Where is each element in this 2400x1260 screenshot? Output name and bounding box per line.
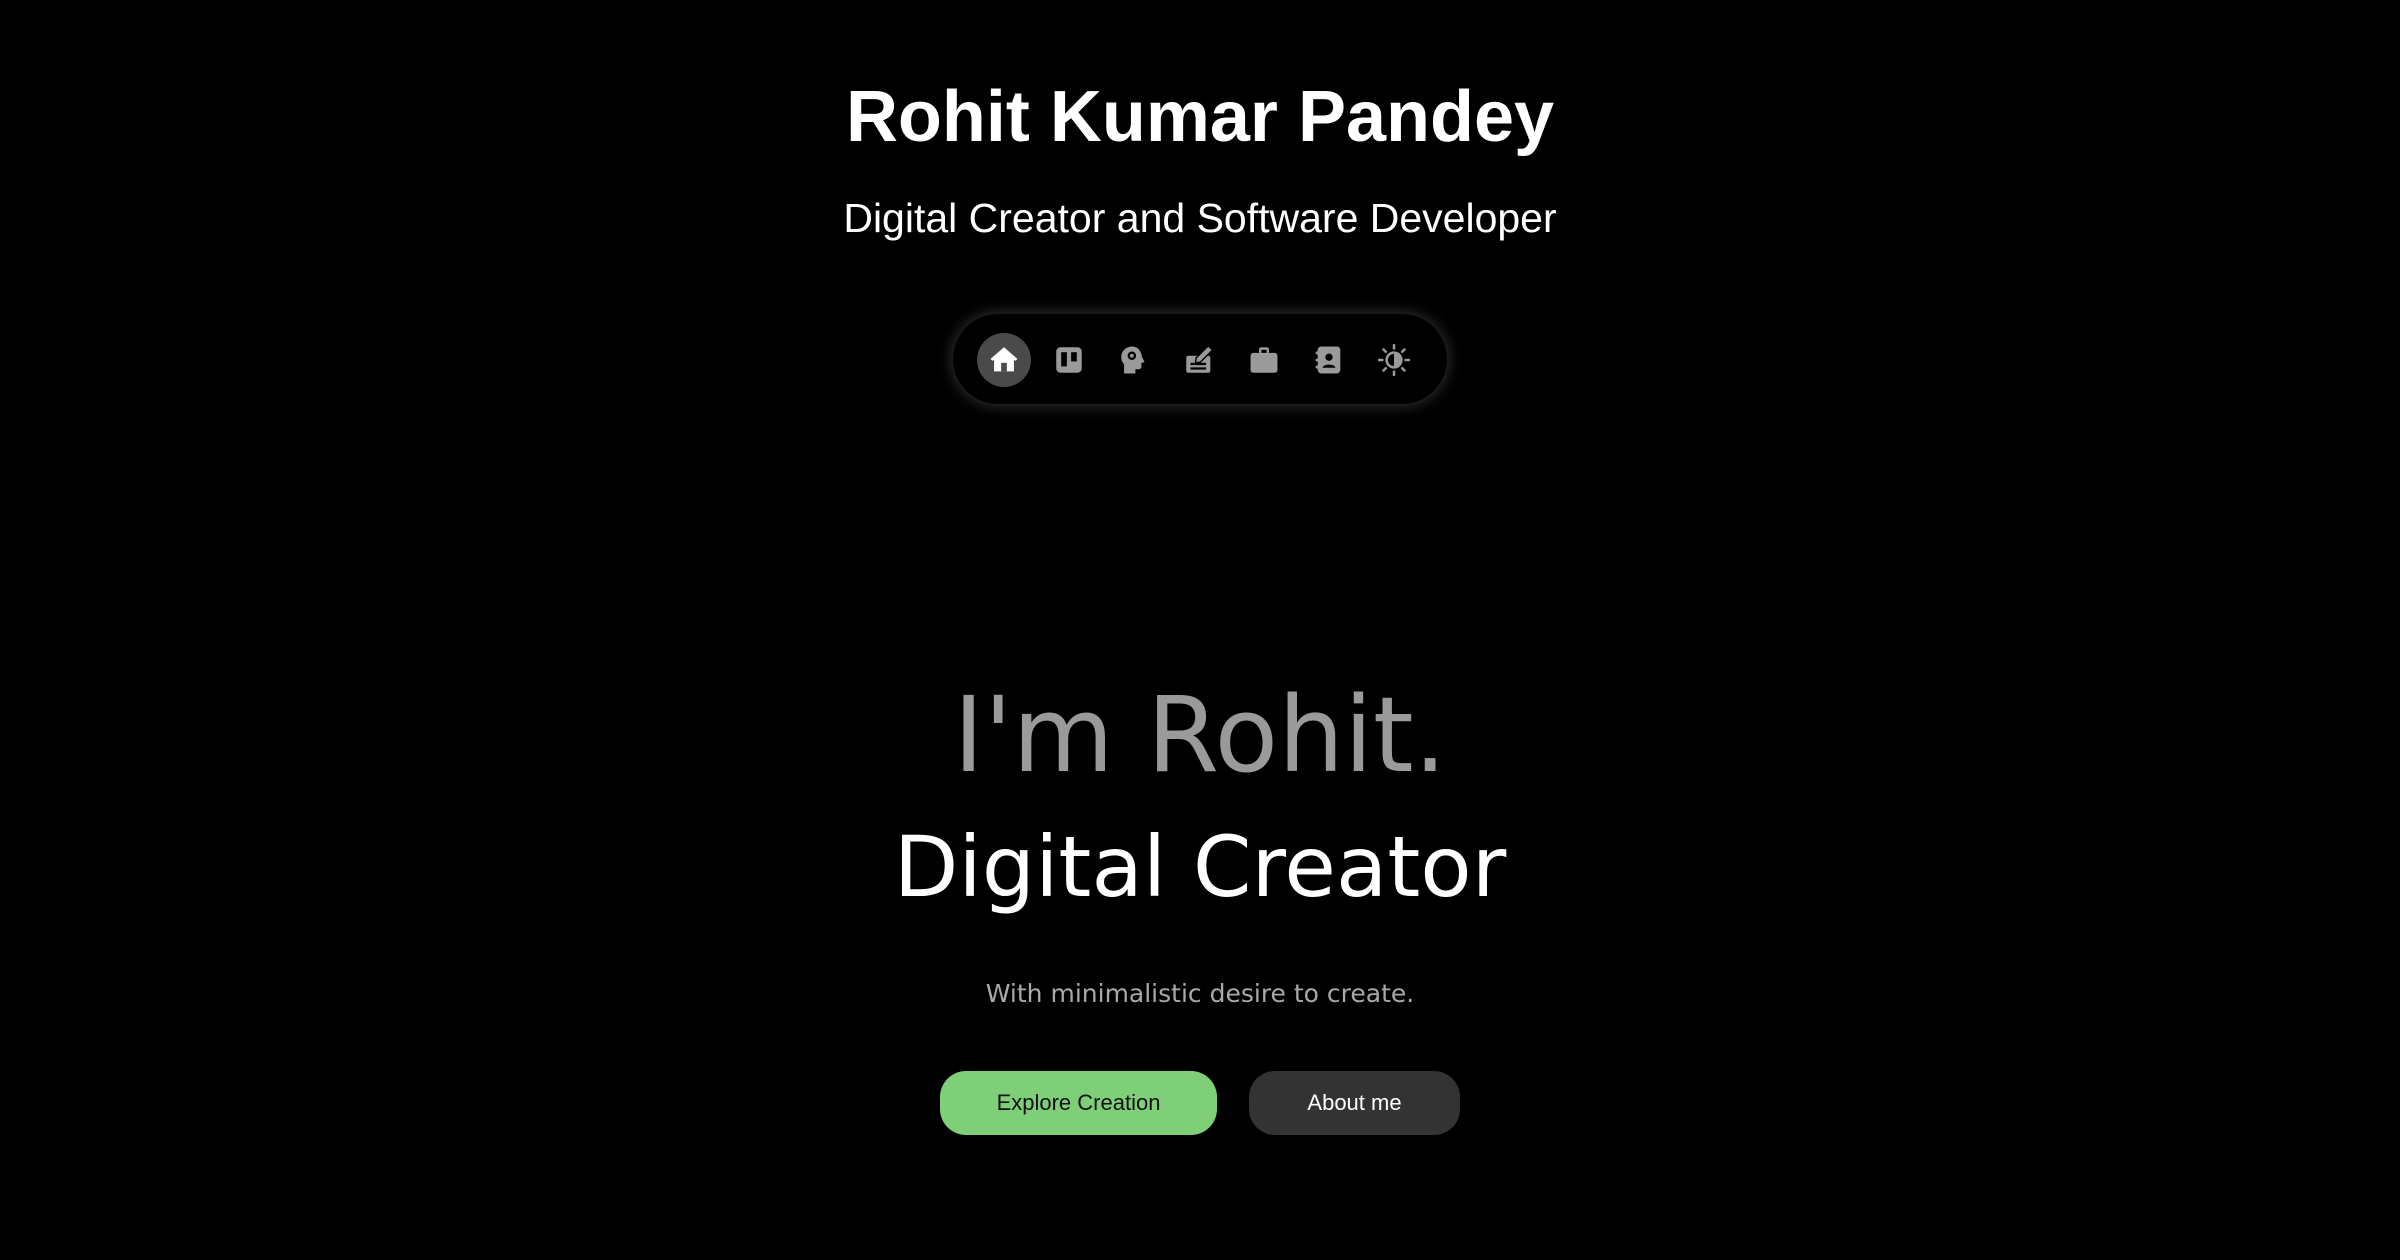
- head-brain-icon: [1121, 346, 1145, 374]
- blog-edit-icon: [1186, 344, 1214, 373]
- contact-book-icon: [1315, 346, 1341, 374]
- nav-skills-button[interactable]: [1107, 333, 1161, 387]
- site-title: Rohit Kumar Pandey: [845, 77, 1555, 157]
- nav-home-button[interactable]: [977, 333, 1031, 387]
- home-icon: [990, 347, 1018, 372]
- hero-intro: I'm Rohit.: [953, 674, 1447, 796]
- site-subtitle: Digital Creator and Software Developer: [843, 195, 1557, 241]
- nav-contact-button[interactable]: [1302, 333, 1356, 387]
- explore-creation-button[interactable]: Explore Creation: [940, 1071, 1217, 1135]
- nav-blog-button[interactable]: [1172, 333, 1226, 387]
- nav-work-button[interactable]: [1237, 333, 1291, 387]
- nav-theme-toggle-button[interactable]: [1367, 333, 1421, 387]
- briefcase-icon: [1250, 347, 1278, 373]
- hero-tagline: With minimalistic desire to create.: [985, 979, 1415, 1008]
- theme-toggle-icon: [1377, 343, 1411, 377]
- board-icon: [1056, 347, 1082, 373]
- icon-nav-bar: [953, 314, 1447, 404]
- nav-board-button[interactable]: [1042, 333, 1096, 387]
- about-me-button[interactable]: About me: [1249, 1071, 1460, 1135]
- hero-role: Digital Creator: [893, 818, 1507, 916]
